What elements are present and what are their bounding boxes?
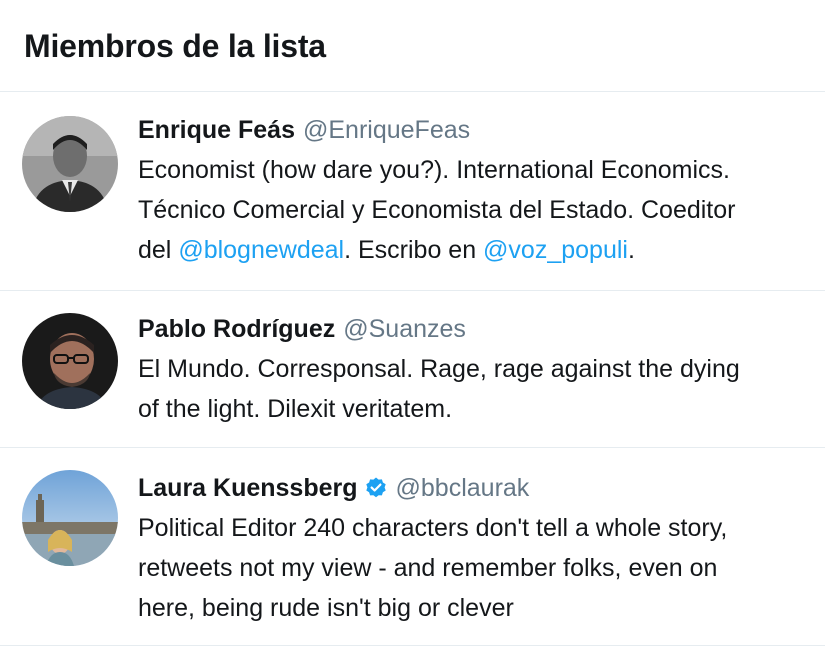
member-handle[interactable]: @bbclaurak [396, 472, 530, 504]
member-handle[interactable]: @EnriqueFeas [303, 114, 470, 146]
member-name[interactable]: Enrique Feás [138, 114, 295, 146]
member-item-bbclaurak[interactable]: Laura Kuenssberg @bbclaurak Political Ed… [0, 448, 825, 646]
bio-line: retweets not my view - and remember folk… [138, 554, 718, 582]
member-item-enriquefeas[interactable]: Enrique Feás @EnriqueFeas Economist (how… [0, 92, 825, 291]
bio-text: del [138, 236, 179, 264]
bio-line: Economist (how dare you?). International… [138, 156, 730, 184]
bio-line: El Mundo. Corresponsal. Rage, rage again… [138, 355, 740, 383]
member-name[interactable]: Laura Kuenssberg [138, 472, 358, 504]
member-item-suanzes[interactable]: Pablo Rodríguez @Suanzes El Mundo. Corre… [0, 291, 825, 448]
bio-line: Political Editor 240 characters don't te… [138, 514, 728, 542]
bio-line: Técnico Comercial y Economista del Estad… [138, 196, 736, 224]
member-bio: Political Editor 240 characters don't te… [138, 508, 805, 628]
member-name[interactable]: Pablo Rodríguez [138, 313, 335, 345]
bio-line: of the light. Dilexit veritatem. [138, 395, 453, 423]
verified-badge-icon [364, 476, 388, 500]
page-title: Miembros de la lista [24, 28, 326, 64]
member-bio: Economist (how dare you?). International… [138, 150, 805, 270]
bio-text: . Escribo en [344, 236, 484, 264]
member-name-line: Laura Kuenssberg @bbclaurak [138, 472, 805, 504]
mention-link-blognewdeal[interactable]: @blognewdeal [178, 236, 344, 264]
bio-line: here, being rude isn't big or clever [138, 594, 514, 622]
avatar[interactable] [22, 313, 118, 409]
member-name-line: Pablo Rodríguez @Suanzes [138, 313, 805, 345]
mention-link-voz-populi[interactable]: @voz_populi [483, 236, 628, 264]
bio-text: . [627, 236, 635, 264]
member-handle[interactable]: @Suanzes [343, 313, 466, 345]
avatar[interactable] [22, 116, 118, 212]
member-bio: El Mundo. Corresponsal. Rage, rage again… [138, 349, 805, 429]
avatar[interactable] [22, 470, 118, 566]
bio-line: del @blognewdeal. Escribo en @voz_populi… [138, 230, 805, 270]
member-name-line: Enrique Feás @EnriqueFeas [138, 114, 805, 146]
list-members-header: Miembros de la lista [0, 0, 825, 92]
